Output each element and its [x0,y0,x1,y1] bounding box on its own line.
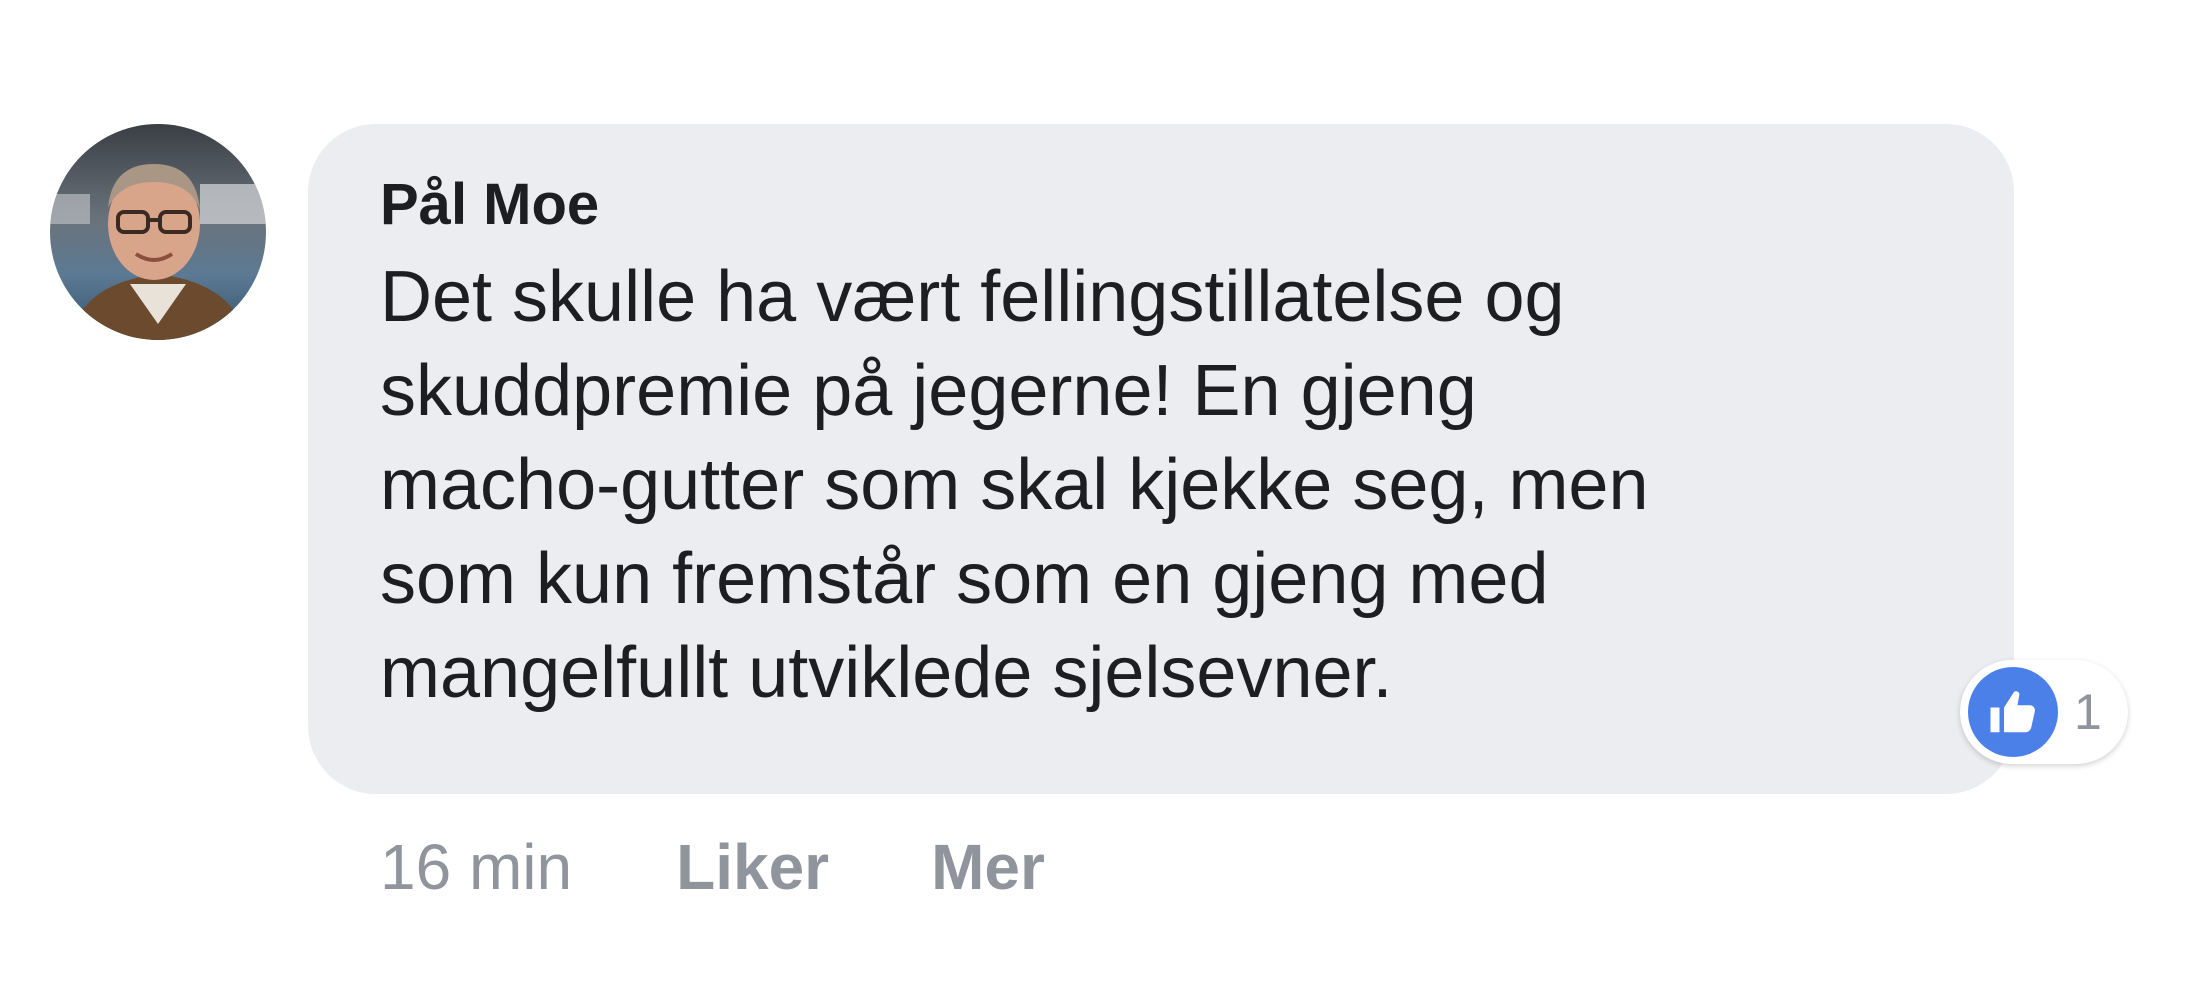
reaction-summary[interactable]: 1 [1960,660,2128,764]
comment: Pål Moe Det skulle ha vært fellingstilla… [0,0,2202,1000]
author-name[interactable]: Pål Moe [380,170,599,240]
thumbs-up-icon [1968,667,2058,757]
comment-text-line: mangelfullt utviklede sjelsevner. [380,633,1393,713]
comment-text-line: skuddpremie på jegerne! En gjeng [380,351,1477,431]
profile-photo-icon [50,124,266,340]
more-button[interactable]: Mer [931,830,1045,904]
avatar[interactable] [50,124,266,340]
comment-text-line: macho-gutter som skal kjekke seg, men [380,445,1649,525]
reaction-count: 1 [2074,684,2102,740]
comment-actions: 16 min Liker Mer [380,830,1147,904]
timestamp[interactable]: 16 min [380,830,572,904]
like-button[interactable]: Liker [676,830,829,904]
comment-text-line: som kun fremstår som en gjeng med [380,539,1549,619]
comment-text-line: Det skulle ha vært fellingstillatelse og [380,257,1565,337]
comment-text: Det skulle ha vært fellingstillatelse og… [380,250,1940,720]
comment-bubble: Pål Moe Det skulle ha vært fellingstilla… [308,124,2014,794]
